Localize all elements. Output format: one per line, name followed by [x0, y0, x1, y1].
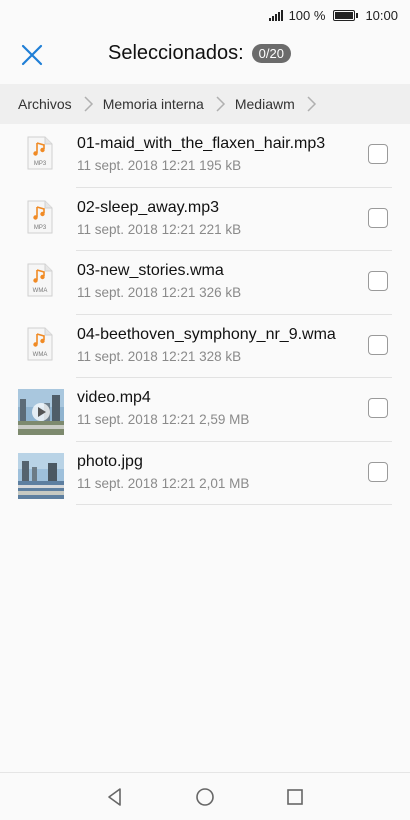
recents-square-icon [287, 788, 303, 805]
list-item[interactable]: MP3 02-sleep_away.mp3 11 sept. 2018 12:2… [0, 188, 410, 251]
music-file-icon: MP3 [27, 200, 53, 233]
file-checkbox[interactable] [368, 334, 388, 355]
battery-percentage: 100 % [288, 7, 326, 23]
file-name: 02-sleep_away.mp3 [77, 198, 220, 216]
music-file-icon: WMA [27, 263, 53, 297]
divider [76, 504, 392, 505]
selection-count-badge: 0/20 [251, 44, 291, 63]
chevron-right-icon [307, 96, 316, 112]
file-type-label: WMA [33, 352, 48, 358]
file-checkbox[interactable] [368, 207, 388, 228]
home-circle-icon [196, 787, 214, 806]
file-type-label: WMA [33, 288, 48, 294]
recents-button[interactable] [284, 786, 306, 808]
file-checkbox[interactable] [368, 461, 388, 482]
photo-thumbnail [18, 452, 64, 499]
close-button[interactable] [20, 43, 44, 67]
breadcrumb-item-mediawm[interactable]: Mediawm [235, 96, 295, 112]
chevron-right-icon [84, 96, 93, 112]
chevron-right-icon [216, 96, 225, 112]
list-item[interactable]: WMA 04-beethoven_symphony_nr_9.wma 11 se… [0, 315, 410, 378]
breadcrumb-item-archivos[interactable]: Archivos [18, 96, 72, 112]
breadcrumb: Archivos Memoria interna Mediawm [0, 84, 410, 124]
list-item[interactable]: WMA 03-new_stories.wma 11 sept. 2018 12:… [0, 251, 410, 315]
file-name: 01-maid_with_the_flaxen_hair.mp3 [77, 135, 326, 152]
music-file-icon: WMA [27, 327, 53, 360]
file-meta: 11 sept. 2018 12:21 221 kB [77, 221, 242, 237]
file-name: 04-beethoven_symphony_nr_9.wma [77, 325, 336, 343]
back-button[interactable] [104, 786, 126, 808]
status-bar: 100 % 10:00 [0, 0, 410, 30]
home-button[interactable] [194, 786, 216, 808]
list-item[interactable]: photo.jpg 11 sept. 2018 12:21 2,01 MB [0, 442, 410, 505]
file-meta: 11 sept. 2018 12:21 2,01 MB [77, 475, 250, 491]
file-name: video.mp4 [77, 389, 151, 406]
battery-icon [333, 9, 359, 21]
file-meta: 11 sept. 2018 12:21 195 kB [77, 158, 242, 173]
close-icon [21, 44, 43, 66]
file-meta: 11 sept. 2018 12:21 326 kB [77, 285, 242, 300]
top-bar: Seleccionados: 0/20 [0, 30, 410, 80]
list-item[interactable]: video.mp4 11 sept. 2018 12:21 2,59 MB [0, 378, 410, 442]
list-item[interactable]: MP3 01-maid_with_the_flaxen_hair.mp3 11 … [0, 124, 410, 188]
file-name: photo.jpg [77, 452, 143, 470]
file-type-label: MP3 [34, 161, 47, 167]
file-type-label: MP3 [34, 225, 47, 231]
breadcrumb-item-memoria-interna[interactable]: Memoria interna [103, 96, 204, 112]
file-checkbox[interactable] [368, 144, 388, 164]
video-thumbnail [18, 389, 64, 435]
signal-icon [268, 9, 283, 21]
music-file-icon: MP3 [27, 136, 53, 170]
page-title: Seleccionados: [108, 42, 244, 64]
file-checkbox[interactable] [368, 271, 388, 291]
file-meta: 11 sept. 2018 12:21 2,59 MB [77, 412, 250, 427]
file-list: MP3 01-maid_with_the_flaxen_hair.mp3 11 … [0, 124, 410, 505]
file-name: 03-new_stories.wma [77, 262, 224, 279]
clock: 10:00 [365, 7, 398, 23]
back-triangle-icon [108, 787, 121, 806]
file-meta: 11 sept. 2018 12:21 328 kB [77, 348, 242, 364]
file-checkbox[interactable] [368, 398, 388, 418]
system-navigation-bar [0, 772, 410, 820]
